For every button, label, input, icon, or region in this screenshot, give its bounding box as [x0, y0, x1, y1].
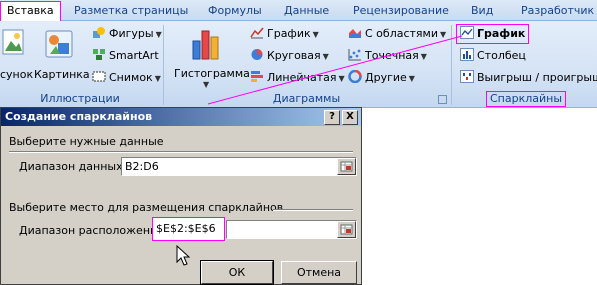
select-location-heading: Выберите место для размещения спарклайно…	[9, 201, 284, 214]
sparkline-winloss-icon	[460, 70, 474, 83]
chevron-down-icon: ▼	[420, 52, 427, 61]
tab-insert[interactable]: Вставка	[0, 1, 61, 21]
sparkline-line-button[interactable]: График	[456, 24, 530, 44]
other-charts-icon	[348, 70, 362, 83]
bar-chart-button[interactable]: Линейчатая ▼	[250, 69, 345, 87]
chevron-down-icon: ▼	[203, 80, 210, 89]
chevron-down-icon: ▼	[338, 74, 345, 83]
tab-review[interactable]: Рецензирование	[353, 3, 449, 19]
picture-icon	[2, 29, 24, 55]
scatter-chart-label: Точечная	[365, 49, 419, 62]
range-selector-icon	[340, 161, 353, 172]
chevron-down-icon: ▼	[408, 74, 415, 83]
tab-data[interactable]: Данные	[284, 3, 329, 19]
scatter-chart-button[interactable]: Точечная ▼	[348, 47, 427, 65]
ribbon-tab-bar: Вставка Разметка страницы Формулы Данные…	[0, 0, 597, 21]
close-button[interactable]: X	[342, 110, 358, 125]
pie-chart-label: Круговая	[267, 49, 321, 62]
sparkline-column-label: Столбец	[477, 49, 526, 62]
smartart-button[interactable]: SmartArt	[92, 47, 159, 65]
group-separator	[451, 25, 452, 105]
chevron-down-icon: ▼	[439, 30, 447, 39]
clipart-button[interactable]: Картинка	[32, 25, 90, 85]
data-range-collapse-button[interactable]	[337, 158, 356, 175]
tab-formulas[interactable]: Формулы	[208, 3, 262, 19]
screenshot-button[interactable]: Снимок ▼	[92, 69, 161, 87]
location-range-label: Диапазон расположения:	[19, 224, 168, 237]
histogram-button[interactable]: Гистограмма ▼	[168, 25, 250, 89]
clipart-icon	[45, 30, 73, 58]
select-data-heading: Выберите нужные данные	[9, 135, 164, 148]
mouse-cursor-icon	[176, 245, 191, 266]
sparkline-column-icon	[460, 48, 474, 61]
picture-button[interactable]: сунок	[0, 25, 34, 85]
screenshot-label: Снимок	[109, 71, 153, 84]
dialog-title: Создание спарклайнов	[5, 110, 153, 123]
chevron-down-icon: ▼	[154, 74, 161, 83]
sparkline-winloss-label: Выигрыш / проигрыш	[477, 71, 597, 84]
other-charts-button[interactable]: Другие ▼	[348, 69, 415, 87]
cancel-button[interactable]: Отмена	[281, 261, 357, 284]
dialog-launcher-icon[interactable]	[438, 95, 447, 104]
sparkline-winloss-button[interactable]: Выигрыш / проигрыш	[460, 69, 597, 87]
location-range-input[interactable]: $E$2:$E$6	[152, 217, 225, 241]
tab-view[interactable]: Вид	[471, 3, 493, 19]
sparkline-line-label: График	[477, 27, 526, 40]
area-chart-button[interactable]: С областями ▼	[348, 25, 446, 43]
line-chart-label: График	[267, 27, 311, 40]
chevron-down-icon: ▼	[155, 30, 162, 39]
section-divider	[9, 151, 353, 153]
illustrations-group-label: Иллюстрации	[40, 92, 120, 105]
range-selector-icon	[340, 224, 353, 235]
smartart-icon	[93, 49, 105, 60]
line-chart-icon	[250, 27, 264, 39]
sparkline-column-button[interactable]: Столбец	[460, 47, 526, 65]
create-sparklines-dialog: Создание спарклайнов ? X Выберите нужные…	[0, 107, 362, 285]
ribbon: сунок Картинка Фигуры ▼ SmartArt Снимок ▼ …	[0, 21, 597, 108]
ok-button[interactable]: ОК	[200, 260, 274, 285]
histogram-label: Гистограмма	[174, 67, 250, 80]
smartart-label: SmartArt	[109, 49, 159, 62]
section-divider	[273, 209, 353, 211]
pie-chart-icon	[251, 49, 263, 60]
scatter-chart-icon	[348, 49, 361, 61]
data-range-input[interactable]: B2:D6	[121, 157, 357, 176]
dialog-title-bar: Создание спарклайнов ? X	[1, 108, 361, 126]
data-range-label: Диапазон данных:	[19, 160, 127, 173]
area-chart-icon	[349, 29, 361, 38]
location-range-collapse-button[interactable]	[337, 221, 356, 238]
shapes-label: Фигуры	[109, 27, 154, 40]
area-chart-label: С областями	[365, 27, 438, 40]
screenshot-icon	[92, 71, 106, 82]
histogram-icon	[192, 30, 219, 60]
group-separator	[163, 25, 164, 105]
line-chart-button[interactable]: График ▼	[250, 25, 319, 43]
chevron-down-icon: ▼	[322, 52, 329, 61]
picture-label: сунок	[0, 68, 34, 81]
other-charts-label: Другие	[365, 71, 407, 84]
sparklines-group-label: Спарклайны	[486, 91, 566, 107]
pie-chart-button[interactable]: Круговая ▼	[250, 47, 329, 65]
charts-group-label: Диаграммы	[272, 92, 341, 105]
help-button[interactable]: ?	[324, 110, 340, 125]
sparkline-line-icon	[460, 26, 474, 39]
bar-chart-icon	[251, 71, 263, 82]
bar-chart-label: Линейчатая	[267, 71, 337, 84]
shapes-button[interactable]: Фигуры ▼	[92, 25, 162, 43]
tab-developer[interactable]: Разработчик	[521, 3, 594, 19]
shapes-icon	[93, 27, 105, 38]
chevron-down-icon: ▼	[312, 30, 319, 39]
tab-page-layout[interactable]: Разметка страницы	[74, 3, 188, 19]
clipart-label: Картинка	[34, 68, 90, 81]
